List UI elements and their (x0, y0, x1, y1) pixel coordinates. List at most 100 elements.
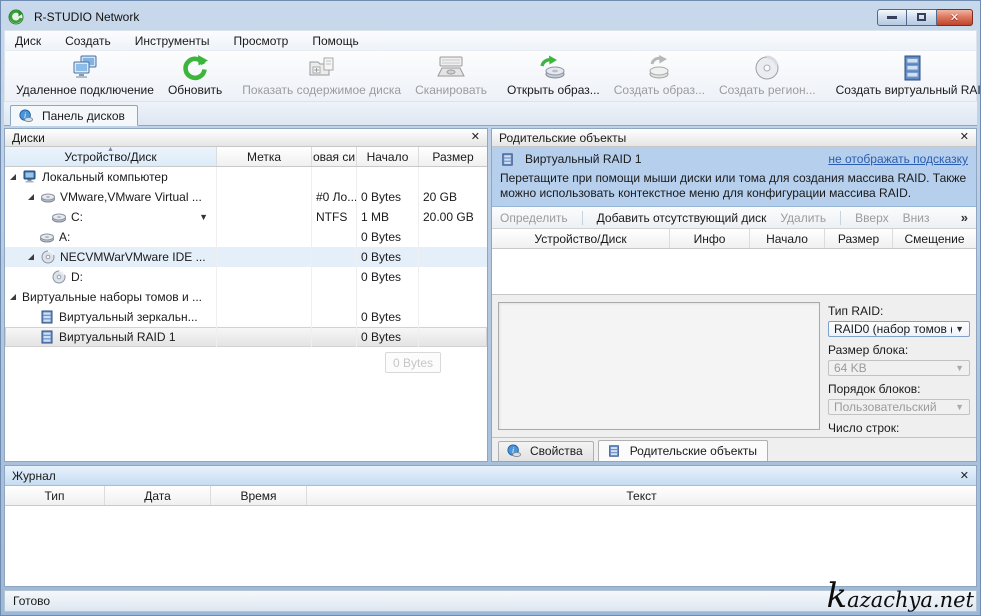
maximize-icon (917, 13, 926, 21)
create-virtual-raid-icon (901, 53, 925, 83)
close-button[interactable]: ✕ (937, 9, 973, 26)
log-close-icon[interactable]: ✕ (960, 469, 969, 482)
raid-config-area: Тип RAID: RAID0 (набор томов ( ▼ Размер … (492, 295, 976, 437)
tab-properties-label: Свойства (530, 444, 583, 458)
device-name: Виртуальный RAID 1 (59, 330, 176, 344)
tree-row-virtual-volumes-group[interactable]: Виртуальные наборы томов и ... (5, 287, 487, 307)
chevron-down-icon: ▼ (955, 324, 964, 334)
hard-disk-icon (51, 209, 67, 225)
log-body[interactable] (5, 506, 976, 586)
hard-disk-icon (39, 229, 55, 245)
column-info[interactable]: Инфо (670, 229, 750, 248)
expander-icon[interactable] (9, 292, 19, 302)
move-up-button[interactable]: Вверх (855, 211, 888, 225)
device-name: A: (59, 230, 70, 244)
tree-row-vmware-disk[interactable]: VMware,VMware Virtual ... #0 Ло... 0 Byt… (5, 187, 487, 207)
row-dropdown-caret-icon[interactable]: ▼ (199, 212, 208, 222)
device-name: Виртуальные наборы томов и ... (22, 290, 202, 304)
window-controls: ✕ (877, 9, 973, 26)
disks-column-headers: ▲Устройство/Диск Метка овая си Начало Ра… (5, 147, 487, 167)
computer-icon (22, 169, 38, 185)
open-image-label: Открыть образ... (507, 83, 600, 97)
raid-icon (607, 444, 621, 458)
tab-properties[interactable]: i Свойства (498, 441, 594, 461)
create-image-button[interactable]: Создать образ... (607, 51, 712, 100)
hide-hint-link[interactable]: не отображать подсказку (828, 152, 968, 166)
device-name: D: (71, 270, 83, 284)
show-disk-content-icon (307, 53, 337, 83)
toolbar-separator (582, 211, 583, 225)
menu-create[interactable]: Создать (65, 34, 111, 48)
info-icon: i (507, 444, 521, 458)
column-size[interactable]: Размер (419, 147, 487, 166)
app-window: R-STUDIO Network ✕ Диск Создать Инструме… (0, 0, 981, 616)
column-date[interactable]: Дата (105, 486, 211, 505)
tab-parent-objects[interactable]: Родительские объекты (598, 440, 768, 461)
expander-icon[interactable] (9, 172, 19, 182)
tree-row-cdrom-drive[interactable]: NECVMWarVMware IDE ... 0 Bytes (5, 247, 487, 267)
tab-parent-objects-label: Родительские объекты (630, 444, 757, 458)
move-down-button[interactable]: Вниз (903, 211, 930, 225)
minimize-button[interactable] (877, 9, 907, 26)
log-panel: Журнал ✕ Тип Дата Время Текст (4, 465, 977, 587)
log-panel-title: Журнал (12, 469, 56, 483)
ghost-size-hint: 0 Bytes (385, 352, 441, 373)
tab-drive-panel[interactable]: i Панель дисков (10, 105, 138, 126)
tree-row-virtual-mirror[interactable]: Виртуальный зеркальн... 0 Bytes (5, 307, 487, 327)
menu-tools[interactable]: Инструменты (135, 34, 210, 48)
app-icon (8, 9, 24, 25)
column-size[interactable]: Размер (825, 229, 893, 248)
block-size-select[interactable]: 64 KB ▼ (828, 360, 970, 376)
column-device-disk[interactable]: Устройство/Диск (492, 229, 670, 248)
column-filesystem[interactable]: овая си (312, 147, 357, 166)
tree-row-local-computer[interactable]: Локальный компьютер (5, 167, 487, 187)
remote-connection-button[interactable]: Удаленное подключение (9, 51, 161, 100)
raid-icon (39, 309, 55, 325)
raid-icon (500, 152, 515, 167)
maximize-button[interactable] (907, 9, 937, 26)
refresh-icon (181, 53, 209, 83)
show-disk-content-button[interactable]: Показать содержимое диска (235, 51, 408, 100)
menu-help[interactable]: Помощь (312, 34, 358, 48)
column-time[interactable]: Время (211, 486, 307, 505)
drive-panel-icon: i (19, 109, 33, 123)
disks-close-icon[interactable]: ✕ (471, 132, 480, 143)
block-order-select[interactable]: Пользовательский ▼ (828, 399, 970, 415)
show-disk-content-label: Показать содержимое диска (242, 83, 401, 97)
cd-drive-icon (40, 249, 56, 265)
create-virtual-raid-button[interactable]: Создать виртуальный RAID (829, 51, 981, 100)
create-region-button[interactable]: Создать регион... (712, 51, 823, 100)
column-start[interactable]: Начало (357, 147, 419, 166)
remove-button[interactable]: Удалить (780, 211, 826, 225)
menu-view[interactable]: Просмотр (234, 34, 289, 48)
expander-icon[interactable] (27, 252, 37, 262)
tree-row-volume-a[interactable]: A: 0 Bytes (5, 227, 487, 247)
raid-layout-box[interactable] (498, 302, 820, 430)
scan-button[interactable]: Сканировать (408, 51, 494, 100)
column-start[interactable]: Начало (750, 229, 825, 248)
raid-members-list[interactable] (492, 249, 976, 295)
column-offset[interactable]: Смещение (893, 229, 976, 248)
expander-icon[interactable] (27, 192, 37, 202)
window-title: R-STUDIO Network (34, 10, 139, 24)
raid-toolbar-overflow-chevron-icon[interactable]: » (961, 210, 968, 225)
open-image-button[interactable]: Открыть образ... (500, 51, 607, 100)
column-label[interactable]: Метка (217, 147, 312, 166)
refresh-button[interactable]: Обновить (161, 51, 229, 100)
raid-column-headers: Устройство/Диск Инфо Начало Размер Смеще… (492, 229, 976, 249)
parent-close-icon[interactable]: ✕ (960, 132, 969, 143)
tab-drive-panel-label: Панель дисков (42, 109, 125, 123)
main-area: Диски ✕ ▲Устройство/Диск Метка овая си Н… (4, 128, 977, 462)
column-type[interactable]: Тип (5, 486, 105, 505)
column-text[interactable]: Текст (307, 486, 976, 505)
tree-row-volume-d[interactable]: D: 0 Bytes (5, 267, 487, 287)
remote-connection-label: Удаленное подключение (16, 83, 154, 97)
tree-row-volume-c[interactable]: C:▼ NTFS 1 MB 20.00 GB (5, 207, 487, 227)
column-device-disk[interactable]: ▲Устройство/Диск (5, 147, 217, 166)
menu-disk[interactable]: Диск (15, 34, 41, 48)
tree-row-virtual-raid-1[interactable]: Виртуальный RAID 1 0 Bytes (5, 327, 487, 347)
title-bar[interactable]: R-STUDIO Network ✕ (4, 4, 977, 30)
raid-type-select[interactable]: RAID0 (набор томов ( ▼ (828, 321, 970, 337)
identify-button[interactable]: Определить (500, 211, 568, 225)
add-missing-disk-button[interactable]: Добавить отсутствующий диск (597, 211, 767, 225)
